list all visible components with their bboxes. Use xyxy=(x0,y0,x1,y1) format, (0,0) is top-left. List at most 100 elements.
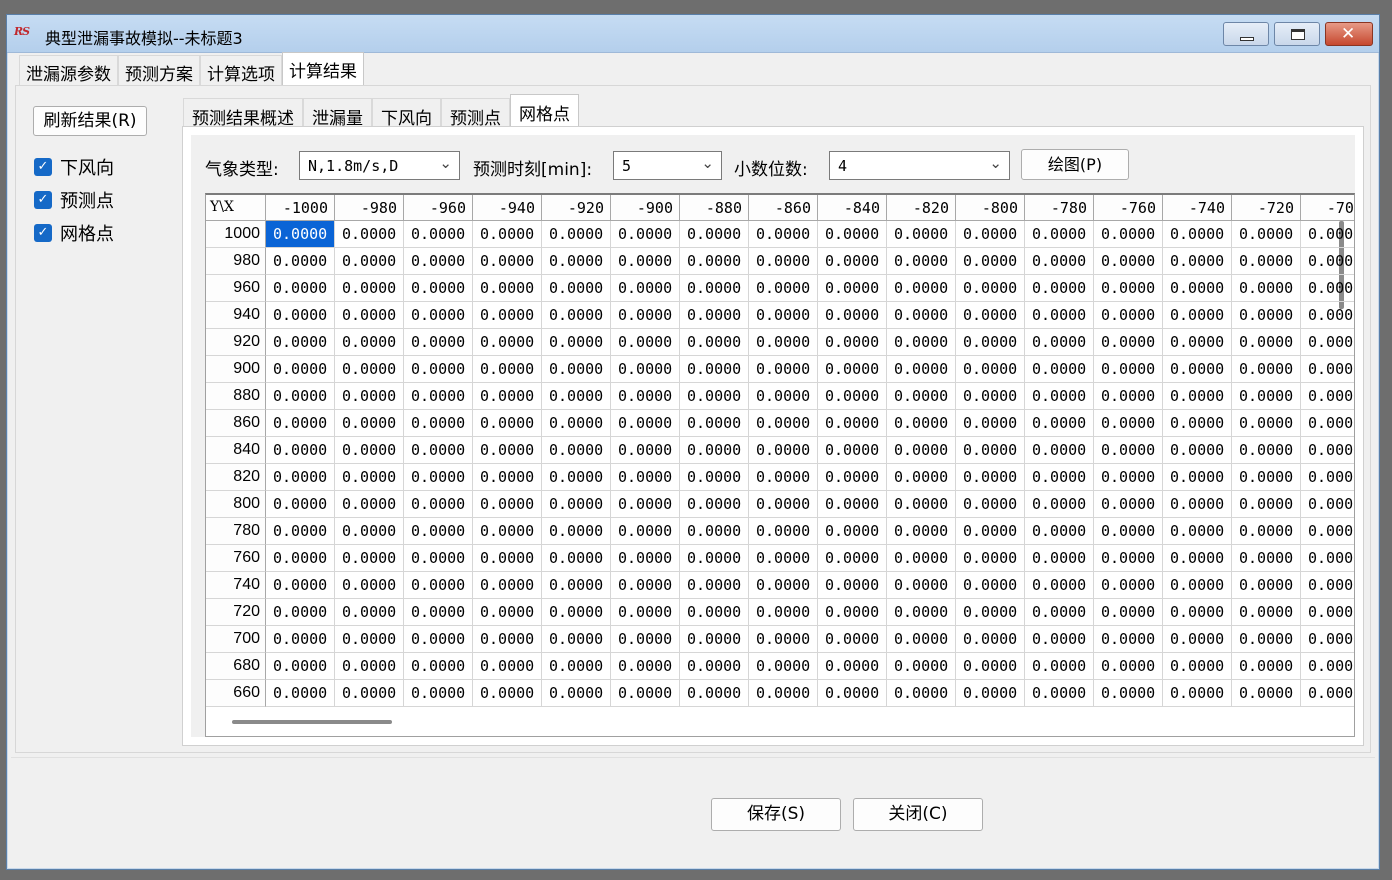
table-cell[interactable]: 0.0000 xyxy=(1025,437,1094,464)
table-cell[interactable]: 0.0000 xyxy=(749,518,818,545)
table-cell[interactable]: 0.0000 xyxy=(1025,680,1094,707)
table-cell[interactable]: 0.0000 xyxy=(542,221,611,248)
table-cell[interactable]: 0.0000 xyxy=(749,437,818,464)
table-cell[interactable]: 0.0000 xyxy=(818,626,887,653)
table-cell[interactable]: 0.0000 xyxy=(749,545,818,572)
table-cell[interactable]: 0.0000 xyxy=(1025,302,1094,329)
row-header[interactable]: 920 xyxy=(206,329,266,356)
row-header[interactable]: 980 xyxy=(206,248,266,275)
table-cell[interactable]: 0.0000 xyxy=(1094,653,1163,680)
table-cell[interactable]: 0.0000 xyxy=(956,491,1025,518)
table-cell[interactable]: 0.0000 xyxy=(335,329,404,356)
table-cell[interactable]: 0.0000 xyxy=(266,653,335,680)
row-header[interactable]: 860 xyxy=(206,410,266,437)
table-cell[interactable]: 0.0000 xyxy=(1025,491,1094,518)
table-cell[interactable]: 0.0000 xyxy=(542,302,611,329)
table-cell[interactable]: 0.0000 xyxy=(680,518,749,545)
table-cell[interactable]: 0.0000 xyxy=(956,653,1025,680)
table-cell[interactable]: 0.0000 xyxy=(887,518,956,545)
table-cell[interactable]: 0.0000 xyxy=(1301,653,1354,680)
table-cell[interactable]: 0.0000 xyxy=(680,545,749,572)
table-cell[interactable]: 0.0000 xyxy=(1025,464,1094,491)
table-cell[interactable]: 0.0000 xyxy=(1232,599,1301,626)
table-cell[interactable]: 0.0000 xyxy=(266,599,335,626)
row-header[interactable]: 900 xyxy=(206,356,266,383)
table-cell[interactable]: 0.0000 xyxy=(1094,302,1163,329)
table-cell[interactable]: 0.0000 xyxy=(818,302,887,329)
row-header[interactable]: 700 xyxy=(206,626,266,653)
tab-calc-results[interactable]: 计算结果 xyxy=(282,52,364,85)
forecast-time-select[interactable]: 5 ⌄ xyxy=(613,151,722,180)
table-cell[interactable]: 0.0000 xyxy=(542,518,611,545)
table-cell[interactable]: 0.0000 xyxy=(749,275,818,302)
table-cell[interactable]: 0.0000 xyxy=(680,248,749,275)
table-cell[interactable]: 0.0000 xyxy=(956,356,1025,383)
table-cell[interactable]: 0.0000 xyxy=(1094,491,1163,518)
table-cell[interactable]: 0.0000 xyxy=(1163,599,1232,626)
table-cell[interactable]: 0.0000 xyxy=(611,383,680,410)
table-cell[interactable]: 0.0000 xyxy=(956,383,1025,410)
table-cell[interactable]: 0.0000 xyxy=(542,626,611,653)
table-cell[interactable]: 0.0000 xyxy=(335,545,404,572)
table-cell[interactable]: 0.0000 xyxy=(1025,329,1094,356)
table-cell[interactable]: 0.0000 xyxy=(335,302,404,329)
table-cell[interactable]: 0.0000 xyxy=(680,464,749,491)
table-cell[interactable]: 0.0000 xyxy=(542,329,611,356)
table-cell[interactable]: 0.0000 xyxy=(404,626,473,653)
checkbox-grid-point[interactable]: ✓ 网格点 xyxy=(34,220,114,246)
table-cell[interactable]: 0.0000 xyxy=(473,275,542,302)
table-cell[interactable]: 0.0000 xyxy=(818,329,887,356)
table-cell[interactable]: 0.0000 xyxy=(542,572,611,599)
table-cell[interactable]: 0.0000 xyxy=(542,653,611,680)
row-header[interactable]: 840 xyxy=(206,437,266,464)
row-header[interactable]: 940 xyxy=(206,302,266,329)
column-header[interactable]: -920 xyxy=(542,195,611,221)
table-cell[interactable]: 0.0000 xyxy=(611,599,680,626)
table-cell[interactable]: 0.0000 xyxy=(680,410,749,437)
table-cell[interactable]: 0.0000 xyxy=(1301,464,1354,491)
table-cell[interactable]: 0.0000 xyxy=(473,383,542,410)
table-cell[interactable]: 0.0000 xyxy=(1232,248,1301,275)
table-cell[interactable]: 0.0000 xyxy=(473,545,542,572)
table-cell[interactable]: 0.0000 xyxy=(404,464,473,491)
table-cell[interactable]: 0.0000 xyxy=(1163,437,1232,464)
tab-leak-amount[interactable]: 泄漏量 xyxy=(303,98,372,129)
table-cell[interactable]: 0.0000 xyxy=(1025,599,1094,626)
table-cell[interactable]: 0.0000 xyxy=(1232,518,1301,545)
horizontal-scrollbar[interactable] xyxy=(232,720,392,724)
table-cell[interactable]: 0.0000 xyxy=(542,437,611,464)
row-header[interactable]: 960 xyxy=(206,275,266,302)
table-cell[interactable]: 0.0000 xyxy=(1232,680,1301,707)
table-cell[interactable]: 0.0000 xyxy=(1163,221,1232,248)
table-cell[interactable]: 0.0000 xyxy=(611,680,680,707)
table-cell[interactable]: 0.0000 xyxy=(818,383,887,410)
table-cell[interactable]: 0.0000 xyxy=(887,383,956,410)
table-cell[interactable]: 0.0000 xyxy=(266,248,335,275)
table-cell[interactable]: 0.0000 xyxy=(266,572,335,599)
table-cell[interactable]: 0.0000 xyxy=(611,248,680,275)
table-cell[interactable]: 0.0000 xyxy=(611,356,680,383)
table-cell[interactable]: 0.0000 xyxy=(335,275,404,302)
table-cell[interactable]: 0.0000 xyxy=(956,221,1025,248)
table-cell[interactable]: 0.0000 xyxy=(404,572,473,599)
table-cell[interactable]: 0.0000 xyxy=(1163,464,1232,491)
table-cell[interactable]: 0.0000 xyxy=(335,599,404,626)
table-cell[interactable]: 0.0000 xyxy=(473,464,542,491)
table-cell[interactable]: 0.0000 xyxy=(1025,653,1094,680)
table-cell[interactable]: 0.0000 xyxy=(611,545,680,572)
table-cell[interactable]: 0.0000 xyxy=(404,302,473,329)
table-cell[interactable]: 0.0000 xyxy=(542,248,611,275)
table-cell[interactable]: 0.0000 xyxy=(1094,221,1163,248)
column-header[interactable]: -960 xyxy=(404,195,473,221)
table-cell[interactable]: 0.0000 xyxy=(956,518,1025,545)
table-cell[interactable]: 0.0000 xyxy=(404,653,473,680)
title-bar[interactable]: RS 典型泄漏事故模拟--未标题3 ✕ xyxy=(7,15,1379,53)
table-cell[interactable]: 0.0000 xyxy=(266,437,335,464)
table-cell[interactable]: 0.0000 xyxy=(887,437,956,464)
table-cell[interactable]: 0.0000 xyxy=(1301,356,1354,383)
table-cell[interactable]: 0.0000 xyxy=(818,491,887,518)
checkbox-forecast-point[interactable]: ✓ 预测点 xyxy=(34,187,114,213)
column-header[interactable]: -840 xyxy=(818,195,887,221)
table-cell[interactable]: 0.0000 xyxy=(542,599,611,626)
table-cell[interactable]: 0.0000 xyxy=(887,356,956,383)
